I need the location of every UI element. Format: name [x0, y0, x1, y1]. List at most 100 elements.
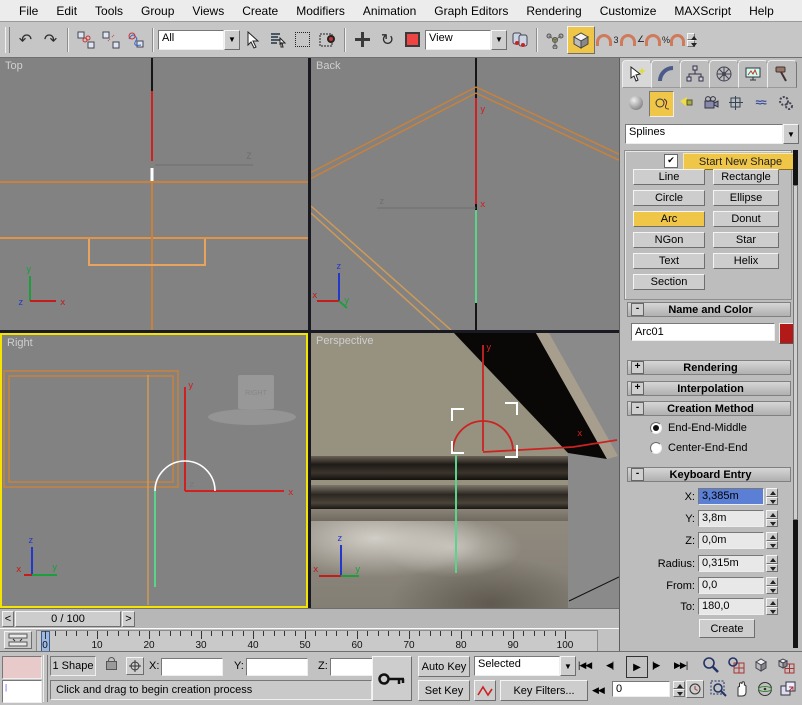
shape-button[interactable]: Rectangle	[713, 169, 779, 185]
menu-item[interactable]: Group	[132, 2, 183, 20]
viewport-back[interactable]: Back y x z z x y	[311, 58, 619, 330]
pan-button[interactable]	[733, 680, 753, 700]
time-slider-prev-button[interactable]: <	[2, 611, 14, 627]
menu-item[interactable]: Modifiers	[287, 2, 354, 20]
field-value[interactable]: 0,0	[698, 577, 764, 594]
key-filter-scope-dropdown[interactable]: Selected ▼	[474, 656, 576, 676]
default-tangent-button[interactable]	[474, 680, 496, 701]
select-and-move-button[interactable]	[350, 27, 375, 52]
shape-button[interactable]: Arc	[633, 211, 705, 227]
start-new-shape-button[interactable]: Start New Shape	[683, 153, 798, 170]
menu-item[interactable]: Customize	[591, 2, 666, 20]
subcategory-geometry[interactable]	[624, 91, 647, 115]
keyboard-shortcut-override-toggle[interactable]	[372, 656, 412, 701]
shape-button[interactable]: Text	[633, 253, 705, 269]
coord-z-input[interactable]	[330, 658, 374, 676]
spinner-down-icon[interactable]	[766, 519, 778, 528]
zoom-all-button[interactable]	[727, 656, 747, 676]
create-button[interactable]: Create	[699, 619, 755, 638]
radio-end-end-middle[interactable]: End-End-Middle	[650, 422, 747, 434]
shape-button[interactable]: NGon	[633, 232, 705, 248]
current-frame-field[interactable]: 0	[612, 681, 670, 697]
angle-snap-toggle-button[interactable]: ∠	[620, 27, 645, 52]
field-value[interactable]: 3,8m	[698, 510, 764, 527]
maxscript-mini-listener-white[interactable]: |	[2, 680, 42, 703]
spinner[interactable]	[766, 532, 778, 549]
rollout-creation-method[interactable]: - Creation Method	[627, 401, 791, 416]
key-filters-button[interactable]: Key Filters...	[500, 680, 588, 701]
spinner[interactable]	[766, 510, 778, 527]
spinner-down-icon[interactable]	[673, 689, 685, 697]
menu-item[interactable]: Graph Editors	[425, 2, 517, 20]
spinner-up-icon[interactable]	[766, 532, 778, 541]
time-configuration-button[interactable]	[686, 680, 704, 698]
subcategory-helpers[interactable]	[724, 91, 747, 115]
select-and-link-button[interactable]	[73, 27, 98, 52]
tab-hierarchy[interactable]	[680, 60, 710, 88]
absolute-mode-toggle[interactable]	[126, 657, 144, 675]
menu-item[interactable]: Rendering	[517, 2, 590, 20]
rollout-interpolation[interactable]: + Interpolation	[627, 381, 791, 396]
shape-button[interactable]: Line	[633, 169, 705, 185]
spinner-down-icon[interactable]	[766, 586, 778, 595]
spinner[interactable]	[766, 577, 778, 594]
shape-category-dropdown[interactable]: Splines ▼	[625, 124, 799, 144]
menu-item[interactable]: Animation	[354, 2, 425, 20]
auto-key-button[interactable]: Auto Key	[418, 656, 470, 677]
mini-curve-editor-button[interactable]	[4, 631, 32, 649]
spinner-up-icon[interactable]	[766, 488, 778, 497]
spinner-up-icon[interactable]	[673, 681, 685, 689]
use-pivot-center-button[interactable]	[507, 27, 532, 52]
zoom-button[interactable]	[702, 656, 722, 676]
unlink-selection-button[interactable]	[98, 27, 123, 52]
spinner-down-icon[interactable]	[766, 607, 778, 616]
select-and-scale-button[interactable]	[400, 27, 425, 52]
viewport-perspective[interactable]: Perspective y x z x y	[311, 333, 619, 608]
spinner-up-icon[interactable]	[766, 510, 778, 519]
shape-button[interactable]: Ellipse	[713, 190, 779, 206]
selection-filter-caret[interactable]: ▼	[224, 30, 240, 50]
spinner-up-icon[interactable]	[766, 577, 778, 586]
spinner[interactable]	[766, 488, 778, 505]
percent-snap-toggle-button[interactable]: %	[645, 27, 670, 52]
menu-item[interactable]: Create	[233, 2, 287, 20]
viewport-top[interactable]: Top Z y z x	[0, 58, 308, 330]
rollout-name-and-color[interactable]: - Name and Color	[627, 302, 791, 317]
zoom-extents-all-button[interactable]	[777, 656, 797, 676]
tab-motion[interactable]	[709, 60, 739, 88]
viewport-right[interactable]: Right RIGHT y x z z x y	[0, 333, 308, 608]
maxscript-mini-listener-pink[interactable]	[2, 656, 42, 679]
select-object-button[interactable]	[240, 27, 265, 52]
tab-modify[interactable]	[651, 60, 681, 88]
go-to-end-button[interactable]: ▶▶|	[674, 660, 687, 671]
spinner-down-icon[interactable]	[766, 541, 778, 550]
select-and-manipulate-button[interactable]	[542, 27, 567, 52]
undo-button[interactable]: ↶	[13, 27, 38, 52]
snaps-toggle-button[interactable]	[567, 26, 595, 54]
shape-category-caret[interactable]: ▼	[783, 124, 799, 144]
time-slider-handle[interactable]: 0 / 100	[15, 611, 121, 627]
coord-y-input[interactable]	[246, 658, 308, 676]
min-max-toggle-button[interactable]	[779, 680, 799, 700]
tab-create[interactable]	[622, 60, 652, 88]
spinner-up-icon[interactable]	[766, 555, 778, 564]
rollout-keyboard-entry[interactable]: - Keyboard Entry	[627, 467, 791, 482]
selection-filter-combo[interactable]: All ▼	[158, 30, 240, 50]
key-mode-toggle[interactable]: ◀◀	[592, 685, 604, 696]
spinner-up-icon[interactable]	[766, 598, 778, 607]
subcategory-space-warps[interactable]: ≈≈	[749, 91, 772, 115]
spinner-snap-toggle-button[interactable]	[670, 27, 695, 52]
go-to-start-button[interactable]: |◀◀	[578, 660, 591, 671]
statusbar-splitter[interactable]	[43, 655, 48, 702]
rectangular-selection-region-button[interactable]	[290, 27, 315, 52]
redo-button[interactable]: ↷	[38, 27, 63, 52]
shape-button[interactable]: Section	[633, 274, 705, 290]
toolbar-drag-handle[interactable]	[5, 27, 10, 53]
selection-lock-toggle[interactable]	[103, 656, 119, 676]
reference-coordsys-caret[interactable]: ▼	[491, 30, 507, 50]
menu-item[interactable]: Views	[183, 2, 233, 20]
field-value[interactable]: 0,0m	[698, 532, 764, 549]
zoom-extents-button[interactable]	[752, 656, 772, 676]
radio-center-end-end[interactable]: Center-End-End	[650, 442, 748, 454]
shape-button[interactable]: Donut	[713, 211, 779, 227]
